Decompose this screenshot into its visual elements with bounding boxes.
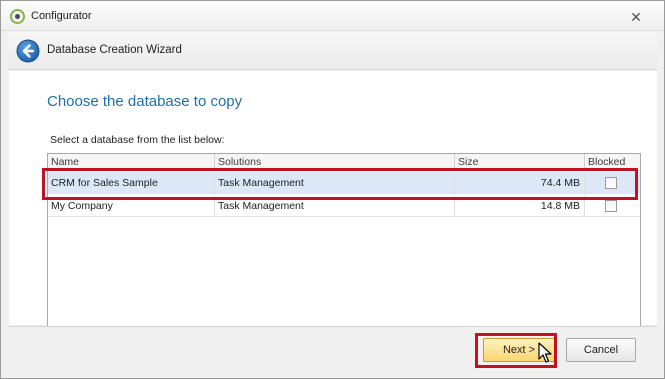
- close-icon[interactable]: ✕: [628, 9, 644, 25]
- grid-header: Name Solutions Size Blocked: [48, 154, 640, 171]
- wizard-title: Database Creation Wizard: [47, 44, 182, 56]
- page-heading: Choose the database to copy: [47, 93, 243, 110]
- window-title: Configurator: [31, 10, 92, 22]
- wizard-header: Database Creation Wizard: [9, 32, 657, 70]
- row-size-cell: 74.4 MB: [455, 172, 585, 194]
- row-size-cell: 14.8 MB: [455, 195, 585, 217]
- table-row[interactable]: CRM for Sales Sample Task Management 74.…: [48, 172, 640, 194]
- column-header-solutions[interactable]: Solutions: [215, 154, 455, 171]
- blocked-checkbox[interactable]: [605, 177, 617, 189]
- table-row[interactable]: My Company Task Management 14.8 MB: [48, 195, 640, 217]
- configurator-app-icon: [10, 9, 25, 24]
- column-header-size[interactable]: Size: [455, 154, 585, 171]
- row-solutions-cell: Task Management: [215, 195, 455, 217]
- column-header-blocked[interactable]: Blocked: [585, 154, 640, 171]
- title-bar: Configurator ✕: [1, 1, 664, 31]
- row-solutions-cell: Task Management: [215, 172, 455, 194]
- configurator-window: Configurator ✕ Database Creation Wizard …: [0, 0, 665, 379]
- cancel-button[interactable]: Cancel: [566, 338, 636, 362]
- instruction-label: Select a database from the list below:: [50, 134, 225, 146]
- row-name-cell: CRM for Sales Sample: [48, 172, 215, 194]
- row-name-cell: My Company: [48, 195, 215, 217]
- back-arrow-circle-icon[interactable]: [16, 39, 40, 63]
- next-button[interactable]: Next >: [483, 338, 555, 362]
- wizard-footer: Next > Cancel: [9, 326, 657, 372]
- wizard-content: Choose the database to copy Select a dat…: [9, 71, 657, 361]
- column-header-name[interactable]: Name: [48, 154, 215, 171]
- blocked-checkbox[interactable]: [605, 200, 617, 212]
